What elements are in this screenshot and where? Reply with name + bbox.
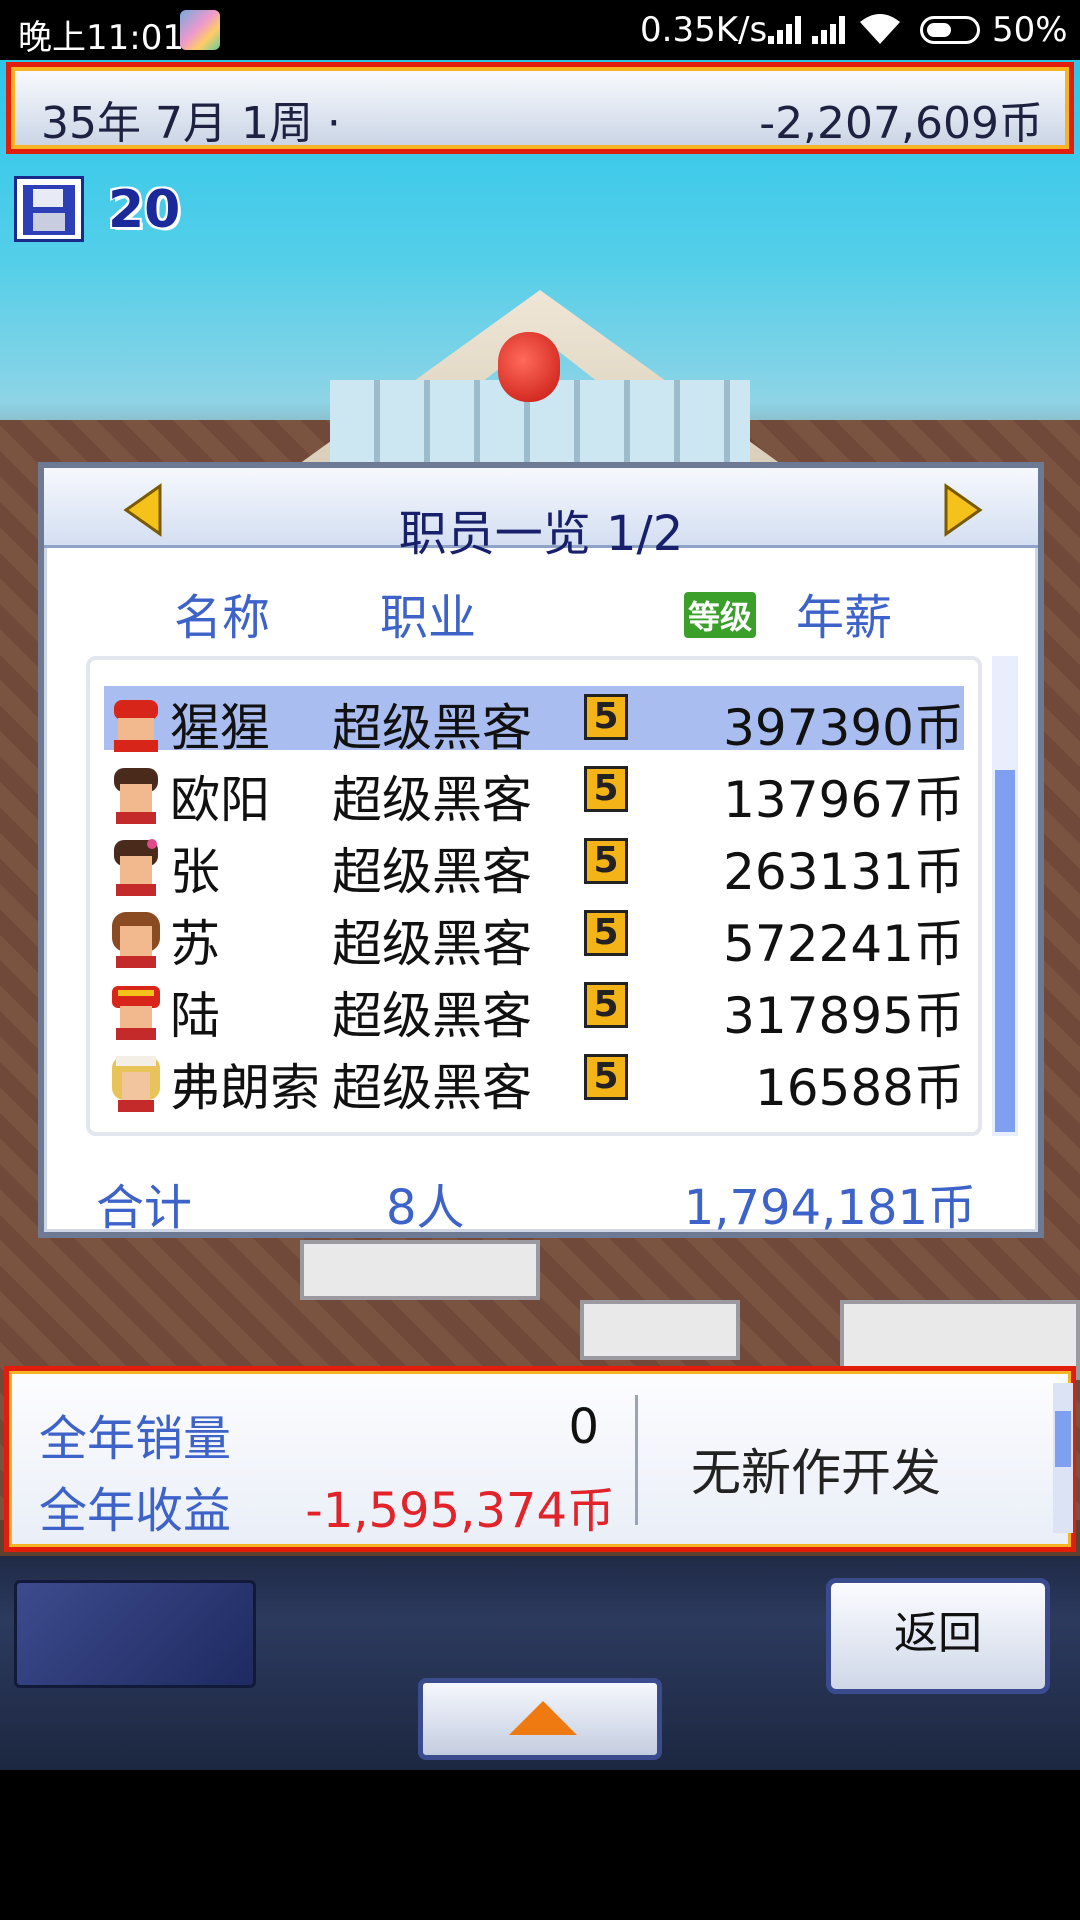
staff-job: 超级黑客 bbox=[332, 699, 532, 757]
staff-row[interactable]: 苏 超级黑客 5 572241币 bbox=[104, 902, 964, 973]
battery-percent: 50% bbox=[992, 10, 1068, 50]
staff-salary: 317895币 bbox=[723, 987, 964, 1045]
next-page-arrow-icon[interactable] bbox=[940, 482, 986, 538]
network-speed: 0.35K/s bbox=[640, 10, 768, 50]
funds: -2,207,609币 bbox=[759, 98, 1043, 149]
staff-avatar-icon bbox=[108, 980, 164, 1040]
save-count: 20 bbox=[108, 180, 181, 240]
staff-name: 弗朗索 bbox=[170, 1059, 320, 1117]
staff-row[interactable]: 猩猩 超级黑客 5 397390币 bbox=[104, 686, 964, 757]
scrollbar-thumb[interactable] bbox=[995, 770, 1015, 1132]
staff-level-badge: 5 bbox=[584, 982, 628, 1028]
staff-avatar-icon bbox=[108, 836, 164, 896]
column-header-level: 等级 bbox=[684, 592, 757, 638]
staff-avatar-icon bbox=[108, 1052, 164, 1112]
staff-row[interactable]: 陆 超级黑客 5 317895币 bbox=[104, 974, 964, 1045]
staff-name: 张 bbox=[170, 843, 220, 901]
dialog-titlebar: 职员一览 1/2 bbox=[44, 468, 1038, 562]
office-desk bbox=[300, 1240, 540, 1300]
column-header-salary: 年薪 bbox=[796, 590, 893, 646]
navigation-area bbox=[0, 1770, 1080, 1920]
list-scrollbar[interactable] bbox=[992, 656, 1018, 1136]
annual-info-panel: 全年销量 0 全年收益 -1,595,374币 无新作开发 bbox=[4, 1366, 1076, 1552]
staff-salary: 397390币 bbox=[723, 699, 964, 757]
dialog-title: 职员一览 1/2 bbox=[398, 506, 684, 562]
column-header-job: 职业 bbox=[380, 590, 477, 646]
staff-row[interactable]: 弗朗索 超级黑客 5 16588币 bbox=[104, 1046, 964, 1117]
divider bbox=[635, 1395, 638, 1525]
annual-sales-label: 全年销量 bbox=[39, 1411, 232, 1467]
battery-icon bbox=[920, 16, 980, 44]
office-desk bbox=[580, 1300, 740, 1360]
up-arrow-icon bbox=[509, 1701, 577, 1735]
staff-row[interactable]: 张 超级黑客 5 263131币 bbox=[104, 830, 964, 901]
staff-name: 苏 bbox=[170, 915, 220, 973]
staff-job: 超级黑客 bbox=[332, 843, 532, 901]
annual-profit-label: 全年收益 bbox=[39, 1483, 232, 1539]
staff-salary: 572241币 bbox=[723, 915, 964, 973]
staff-name: 猩猩 bbox=[170, 699, 270, 757]
staff-avatar-icon bbox=[108, 692, 164, 752]
save-icon[interactable] bbox=[14, 176, 84, 242]
staff-avatar-icon bbox=[108, 764, 164, 824]
staff-list: 猩猩 超级黑客 5 397390币 欧阳 超级黑客 5 137967币 张 超级… bbox=[86, 656, 982, 1136]
top-status-panel: 35年 7月 1周 · -2,207,609币 bbox=[6, 62, 1074, 154]
staff-name: 陆 bbox=[170, 987, 220, 1045]
staff-row[interactable]: 欧阳 超级黑客 5 137967币 bbox=[104, 758, 964, 829]
staff-level-badge: 5 bbox=[584, 766, 628, 812]
scrollbar-thumb[interactable] bbox=[1055, 1411, 1071, 1467]
back-button[interactable]: 返回 bbox=[826, 1578, 1050, 1694]
red-lantern bbox=[498, 332, 560, 402]
signal-icon-2 bbox=[812, 14, 848, 44]
annual-sales-value: 0 bbox=[568, 1399, 599, 1455]
development-status: 无新作开发 bbox=[691, 1444, 941, 1502]
staff-job: 超级黑客 bbox=[332, 1059, 532, 1117]
info-scrollbar[interactable] bbox=[1053, 1383, 1073, 1533]
menu-slot-button[interactable] bbox=[14, 1580, 256, 1688]
total-salary: 1,794,181币 bbox=[683, 1180, 976, 1236]
signal-icon bbox=[768, 14, 804, 44]
wifi-icon bbox=[858, 12, 902, 46]
staff-level-badge: 5 bbox=[584, 910, 628, 956]
staff-avatar-icon bbox=[108, 908, 164, 968]
status-bar: 晚上11:01 0.35K/s 50% bbox=[0, 0, 1080, 60]
staff-job: 超级黑客 bbox=[332, 771, 532, 829]
staff-list-dialog: 职员一览 1/2 名称 职业 等级 年薪 猩猩 超级黑客 5 397390币 欧… bbox=[38, 462, 1044, 1238]
staff-job: 超级黑客 bbox=[332, 987, 532, 1045]
staff-level-badge: 5 bbox=[584, 694, 628, 740]
staff-salary: 137967币 bbox=[723, 771, 964, 829]
staff-salary: 263131币 bbox=[723, 843, 964, 901]
staff-level-badge: 5 bbox=[584, 1054, 628, 1100]
annual-profit-value: -1,595,374币 bbox=[305, 1483, 615, 1539]
staff-salary: 16588币 bbox=[754, 1059, 964, 1117]
staff-level-badge: 5 bbox=[584, 838, 628, 884]
column-header-name: 名称 bbox=[174, 590, 271, 646]
total-label: 合计 bbox=[96, 1180, 193, 1236]
app-notification-icon bbox=[180, 10, 220, 50]
total-people: 8人 bbox=[386, 1180, 465, 1236]
expand-menu-button[interactable] bbox=[418, 1678, 662, 1760]
staff-name: 欧阳 bbox=[170, 771, 270, 829]
clock: 晚上11:01 bbox=[18, 18, 184, 58]
staff-job: 超级黑客 bbox=[332, 915, 532, 973]
game-date: 35年 7月 1周 · bbox=[41, 98, 341, 149]
